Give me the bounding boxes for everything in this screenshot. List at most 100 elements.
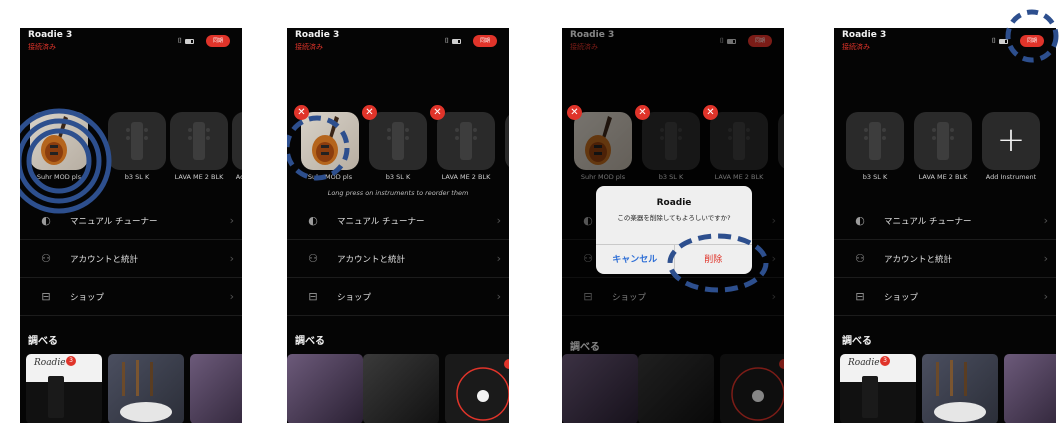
video-thumbnail[interactable]: [922, 354, 998, 423]
app-title: Roadie 3: [28, 30, 73, 40]
instrument-label: b3 SL K: [385, 173, 411, 181]
chevron-right-icon: ›: [1043, 290, 1048, 303]
device-status-icons: ⌷: [445, 37, 461, 46]
battery-icon: [185, 39, 194, 44]
user-icon: ⚇: [855, 252, 865, 265]
instrument-item[interactable]: b3 SL K: [106, 112, 168, 181]
delete-button[interactable]: 削除: [675, 245, 753, 274]
dialog-buttons: キャンセル 削除: [596, 244, 752, 274]
guitar-headstock-icon[interactable]: [108, 112, 166, 170]
explore-thumbnails: Roadie 3: [20, 354, 242, 423]
delete-icon[interactable]: ✕: [430, 105, 445, 120]
instrument-label: Add Instrument: [985, 173, 1037, 181]
video-thumbnail[interactable]: [108, 354, 184, 423]
guitar-photo[interactable]: [30, 112, 88, 170]
plus-icon[interactable]: +: [982, 112, 1040, 170]
instrument-row: b3 SL K LAVA ME 2 BLK + Add Instrument: [834, 112, 1056, 182]
guitar-headstock-icon[interactable]: [437, 112, 495, 170]
device-image: [48, 376, 64, 418]
menu-list: ◐ マニュアル チューナー › ⚇ アカウントと統計 › ⊟ ショップ ›: [20, 202, 242, 316]
roadie-product-card[interactable]: Roadie 3: [26, 354, 102, 423]
connection-status: 接続済み: [28, 43, 56, 51]
chevron-right-icon: ›: [229, 290, 234, 303]
roadie-product-card[interactable]: Roadie 3: [840, 354, 916, 423]
menu-item-tuner[interactable]: ◐ マニュアル チューナー ›: [834, 202, 1056, 240]
guitar-headstock-icon[interactable]: [369, 112, 427, 170]
dialog-title: Roadie: [656, 198, 692, 208]
delete-icon[interactable]: ✕: [567, 105, 582, 120]
delete-icon[interactable]: ✕: [635, 105, 650, 120]
menu-item-tuner[interactable]: ◐ マニュアル チューナー ›: [287, 202, 509, 240]
app-title: Roadie 3: [295, 30, 340, 40]
menu-item-tuner[interactable]: ◐ マニュアル チューナー ›: [20, 202, 242, 240]
instrument-label: b3 SL K: [124, 173, 150, 181]
video-thumbnail[interactable]: [287, 354, 363, 423]
menu-item-label: マニュアル チューナー: [337, 216, 425, 227]
delete-icon[interactable]: ✕: [703, 105, 718, 120]
menu-list: ◐ マニュアル チューナー › ⚇ アカウントと統計 › ⊟ ショップ ›: [287, 202, 509, 316]
instrument-item[interactable]: Suhr MOD pls: [28, 112, 90, 181]
tuner-card[interactable]: [445, 354, 509, 423]
guitar-headstock-icon[interactable]: [846, 112, 904, 170]
cancel-button[interactable]: キャンセル: [596, 245, 675, 274]
instrument-label: LAVA ME 2 BLK: [174, 173, 224, 181]
plus-icon[interactable]: +: [505, 112, 509, 170]
menu-item-shop[interactable]: ⊟ ショップ ›: [20, 278, 242, 316]
instrument-row: ✕ Suhr MOD pls ✕ b3 SL K ✕ LAVA ME 2 BLK: [287, 105, 509, 182]
menu-list: ◐ マニュアル チューナー › ⚇ アカウントと統計 › ⊟ ショップ ›: [834, 202, 1056, 316]
instrument-row: Suhr MOD pls b3 SL K LAVA ME 2 BLK + Add…: [20, 112, 242, 182]
app-title: Roadie 3: [842, 30, 887, 40]
menu-item-label: ショップ: [337, 292, 372, 303]
device-icon: ⌷: [444, 37, 449, 45]
sync-button[interactable]: 同期: [1020, 35, 1044, 47]
cart-icon: ⊟: [855, 290, 865, 303]
chevron-right-icon: ›: [496, 214, 501, 227]
menu-item-label: アカウントと統計: [884, 254, 953, 265]
video-thumbnail[interactable]: [190, 354, 242, 423]
instrument-label: Add Instrument: [235, 173, 242, 181]
tuner-icon: ◐: [41, 214, 51, 227]
explore-thumbnails: [287, 354, 509, 423]
battery-icon: [452, 39, 461, 44]
guitar-headstock-icon[interactable]: [914, 112, 972, 170]
badge: 3: [66, 356, 76, 366]
menu-item-shop[interactable]: ⊟ ショップ ›: [834, 278, 1056, 316]
video-thumbnail[interactable]: [1004, 354, 1056, 423]
reorder-hint: Long press on instruments to reorder the…: [327, 189, 469, 197]
menu-item-account[interactable]: ⚇ アカウントと統計 ›: [287, 240, 509, 278]
tuner-icon: ◐: [308, 214, 318, 227]
instrument-item[interactable]: ✕ LAVA ME 2 BLK: [430, 105, 497, 181]
delete-icon[interactable]: ✕: [294, 105, 309, 120]
plus-icon[interactable]: +: [232, 112, 242, 170]
menu-item-label: ショップ: [884, 292, 919, 303]
guitar-headstock-icon[interactable]: [170, 112, 228, 170]
instrument-label: LAVA ME 2 BLK: [918, 173, 968, 181]
instrument-item[interactable]: +: [503, 112, 509, 170]
menu-item-account[interactable]: ⚇ アカウントと統計 ›: [20, 240, 242, 278]
video-thumbnail[interactable]: [363, 354, 439, 423]
guitar-photo[interactable]: [301, 112, 359, 170]
badge: 3: [880, 356, 890, 366]
connection-status: 接続済み: [842, 43, 870, 51]
user-icon: ⚇: [41, 252, 51, 265]
sync-button[interactable]: 同期: [206, 35, 230, 47]
menu-item-shop[interactable]: ⊟ ショップ ›: [287, 278, 509, 316]
instrument-label: LAVA ME 2 BLK: [441, 173, 491, 181]
instrument-item[interactable]: ✕ b3 SL K: [362, 105, 429, 181]
add-instrument-item[interactable]: + Add Instrument: [980, 112, 1042, 181]
sync-button[interactable]: 同期: [473, 35, 497, 47]
device-status-icons: ⌷: [178, 37, 194, 46]
phone-screen-4: Roadie 3 接続済み ⌷ 同期 b3 SL K LAVA ME 2 BLK: [834, 9, 1059, 423]
delete-icon[interactable]: ✕: [362, 105, 377, 120]
menu-item-label: ショップ: [70, 292, 105, 303]
instrument-item[interactable]: + Add Instrument: [230, 112, 242, 181]
roadie-logo: Roadie: [848, 358, 880, 368]
menu-item-account[interactable]: ⚇ アカウントと統計 ›: [834, 240, 1056, 278]
delete-confirm-dialog: Roadie この楽器を削除してもよろしいですか? キャンセル 削除: [596, 186, 752, 274]
instrument-item[interactable]: LAVA ME 2 BLK: [168, 112, 230, 181]
section-title: 調べる: [295, 336, 325, 347]
instrument-item[interactable]: b3 SL K: [844, 112, 906, 181]
instrument-item[interactable]: LAVA ME 2 BLK: [912, 112, 974, 181]
instrument-item[interactable]: ✕ Suhr MOD pls: [294, 105, 361, 181]
section-title: 調べる: [842, 336, 872, 347]
